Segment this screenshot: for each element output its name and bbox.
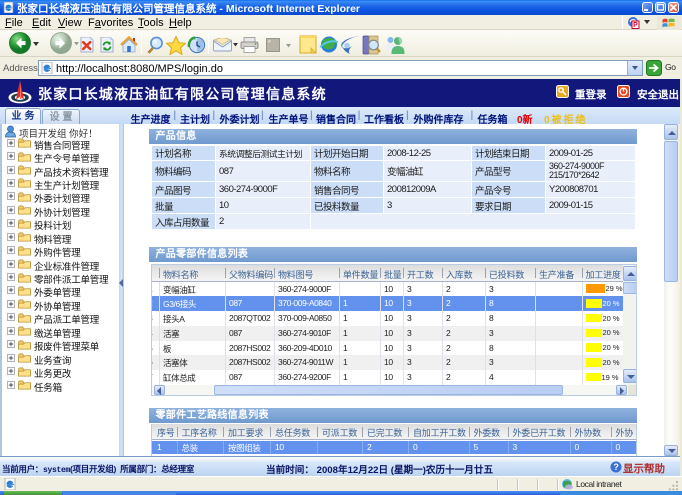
svg-text:P: P — [633, 22, 638, 29]
svg-text:?: ? — [613, 462, 618, 472]
